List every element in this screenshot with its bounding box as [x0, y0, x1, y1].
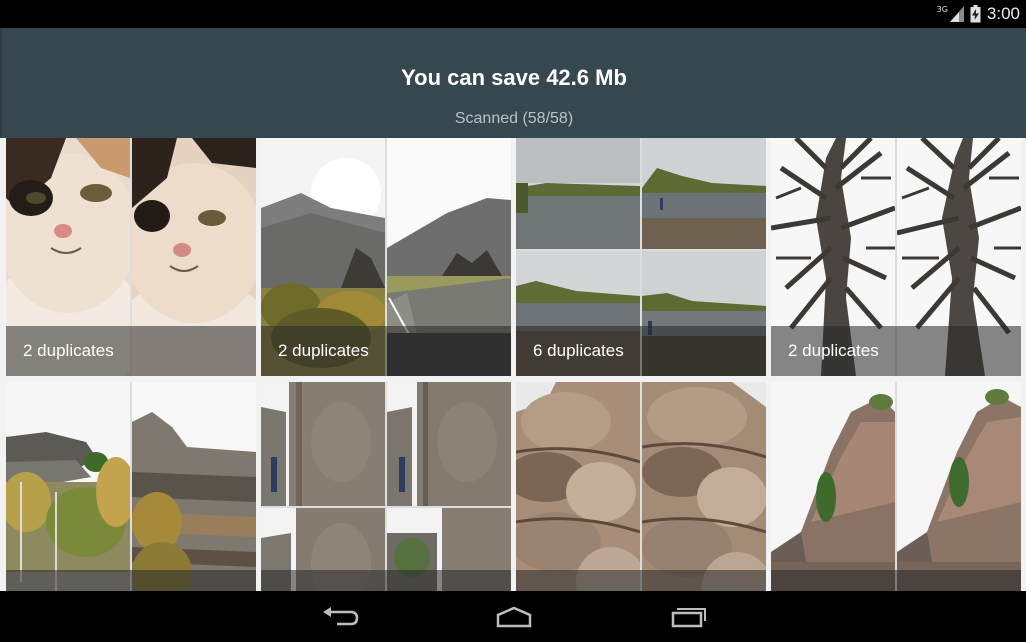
duplicate-group-card[interactable]: 2 duplicates	[261, 138, 511, 376]
card-overlay	[6, 570, 256, 591]
duplicate-group-card[interactable]	[516, 382, 766, 591]
photo-thumbnail	[642, 138, 766, 249]
photo-thumbnail	[897, 382, 1021, 591]
navigation-bar	[0, 591, 1026, 642]
photo-thumbnail	[132, 382, 256, 591]
duplicate-groups-grid: 2 duplicates 2 duplicates 6 duplicates 2…	[0, 138, 1026, 591]
network-type-label: 3G	[936, 4, 948, 14]
duplicate-group-card[interactable]: 2 duplicates	[771, 138, 1021, 376]
photo-thumbnail	[642, 382, 766, 591]
duplicate-group-card[interactable]: 2 duplicates	[6, 138, 256, 376]
duplicate-group-card[interactable]	[6, 382, 256, 591]
duplicates-count-label: 6 duplicates	[533, 341, 624, 360]
home-icon	[496, 606, 532, 628]
card-overlay: 6 duplicates	[516, 326, 766, 376]
photo-thumbnail	[261, 382, 385, 506]
signal-icon	[949, 6, 964, 22]
status-bar: 3G 3:00	[0, 0, 1026, 28]
duplicates-count-label: 2 duplicates	[788, 341, 879, 360]
duplicates-count-label: 2 duplicates	[23, 341, 114, 360]
card-overlay	[261, 570, 511, 591]
back-icon	[323, 607, 359, 626]
summary-header: You can save 42.6 Mb Scanned (58/58)	[0, 28, 1026, 138]
recents-icon	[671, 608, 706, 628]
card-overlay: 2 duplicates	[6, 326, 256, 376]
duplicates-count-label: 2 duplicates	[278, 341, 369, 360]
clock: 3:00	[986, 4, 1020, 23]
recents-button[interactable]	[666, 603, 710, 631]
photo-thumbnail	[771, 382, 895, 591]
savings-title: You can save 42.6 Mb	[401, 65, 627, 90]
card-overlay	[771, 570, 1021, 591]
card-overlay: 2 duplicates	[771, 326, 1021, 376]
duplicate-group-card[interactable]: 6 duplicates	[516, 138, 766, 376]
photo-thumbnail	[516, 382, 640, 591]
battery-charging-icon	[970, 5, 981, 23]
photo-thumbnail	[387, 382, 511, 506]
duplicate-group-card[interactable]	[261, 382, 511, 591]
android-screen: 3G 3:00 You can save 42.6 Mb Scanned (58…	[0, 0, 1026, 642]
back-button[interactable]	[318, 603, 362, 631]
card-overlay: 2 duplicates	[261, 326, 511, 376]
home-button[interactable]	[492, 603, 536, 631]
duplicate-group-card[interactable]	[771, 382, 1021, 591]
photo-thumbnail	[6, 382, 130, 591]
status-icons: 3G 3:00	[937, 0, 1020, 28]
card-overlay	[516, 570, 766, 591]
scan-progress: Scanned (58/58)	[454, 110, 574, 127]
photo-thumbnail	[516, 138, 640, 249]
